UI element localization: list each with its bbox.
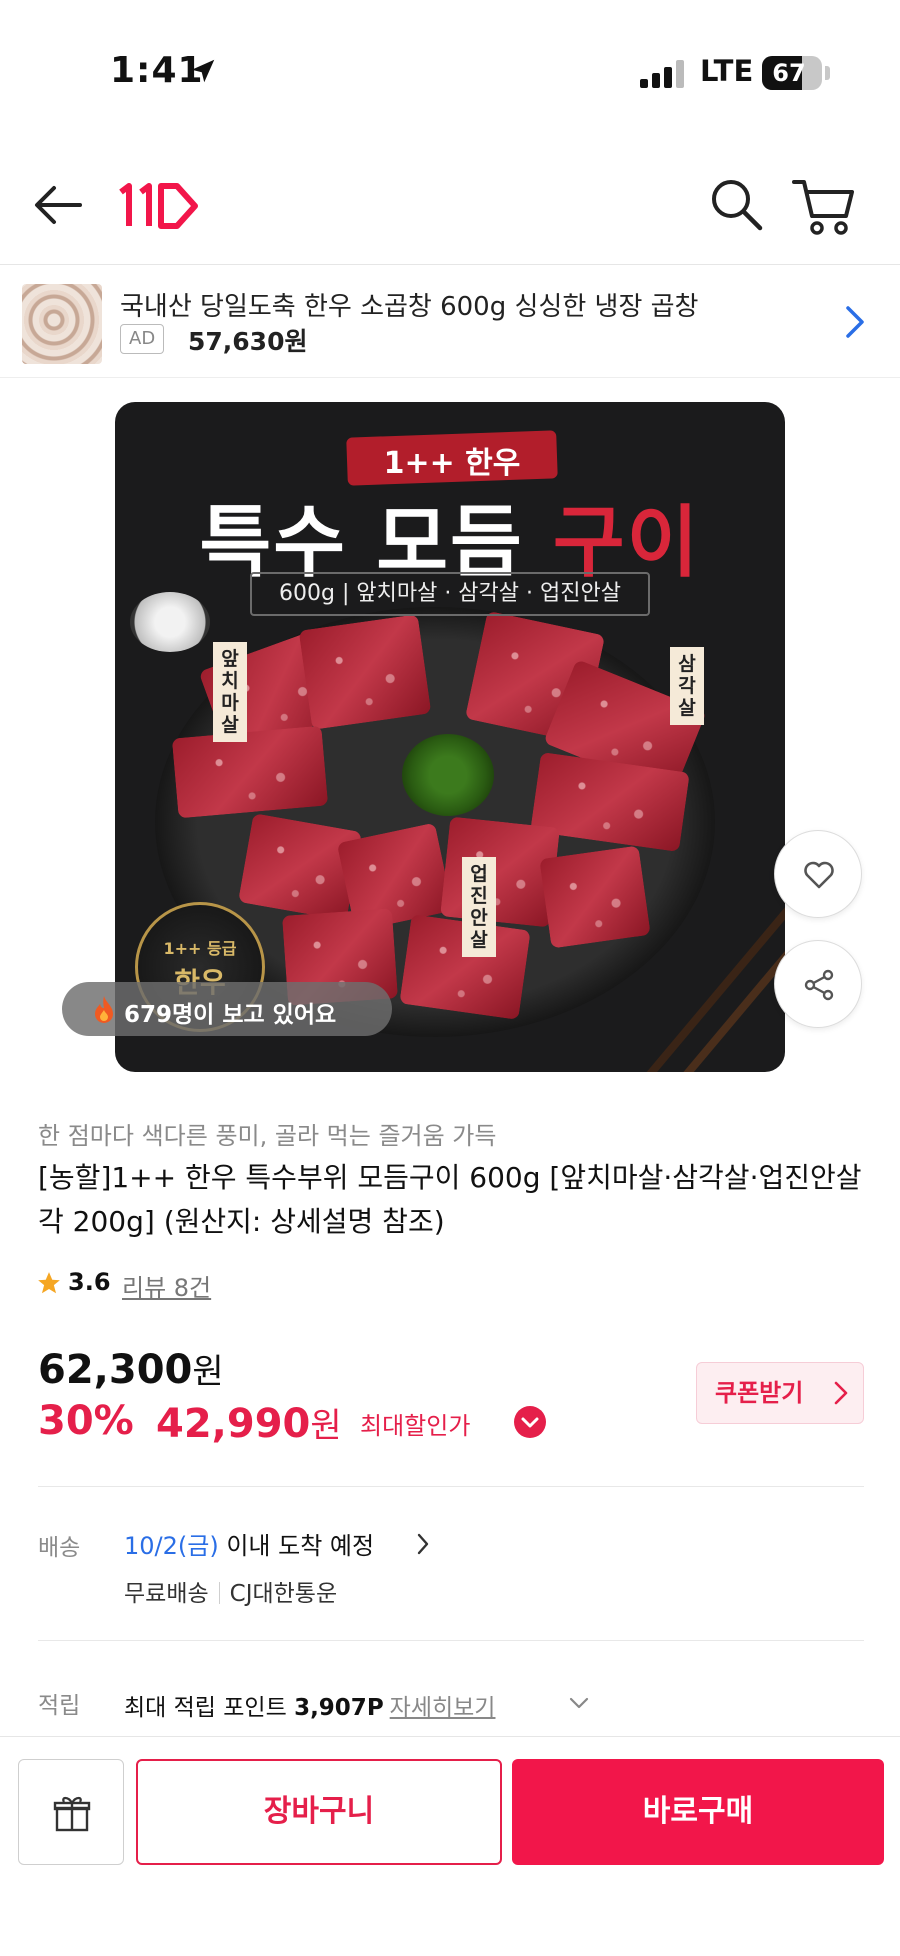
cart-icon[interactable] [790, 174, 856, 238]
status-bar: 1:41 LTE 67 [0, 0, 900, 150]
shipping-date-suffix: 이내 도착 예정 [218, 1532, 375, 1560]
hero-subtitle: 600g | 앞치마살 · 삼각살 · 업진안살 [250, 572, 650, 616]
shipping-date-value: 10/2(금) [124, 1532, 219, 1560]
points-detail-link[interactable]: 자세히보기 [390, 1695, 496, 1721]
back-arrow-icon[interactable] [30, 180, 86, 230]
bottom-action-bar: 장바구니 바로구매 [0, 1736, 900, 1956]
original-price-value: 62,300 [38, 1347, 193, 1393]
divider [38, 1640, 864, 1641]
cut-label: 업진안살 [462, 857, 496, 957]
viewer-count: 679명이 보고 있어요 [124, 1002, 337, 1028]
ad-price: 57,630원 [188, 327, 308, 356]
chevron-right-icon [846, 306, 864, 338]
chopstick [665, 925, 785, 1072]
product-image[interactable]: 1++ 한우 특수 모듬 구이 600g | 앞치마살 · 삼각살 · 업진안살… [115, 402, 785, 1072]
points-label: 적립 [38, 1693, 81, 1719]
divider [38, 1486, 864, 1487]
max-discount-toggle[interactable] [514, 1406, 546, 1438]
add-to-cart-button[interactable]: 장바구니 [136, 1759, 502, 1865]
battery-icon: 67 [762, 56, 822, 90]
signal-icon [640, 60, 684, 88]
sale-price-value: 42,990 [156, 1401, 311, 1447]
meat-slice [171, 725, 329, 819]
share-button[interactable] [774, 940, 862, 1028]
rating-value: 3.6 [68, 1268, 111, 1296]
app-header [0, 150, 900, 265]
ad-banner[interactable]: 국내산 당일도축 한우 소곱창 600g 싱싱한 냉장 곱창 AD 57,630… [0, 266, 900, 378]
original-price-currency: 원 [192, 1352, 224, 1392]
ad-badge: AD [120, 324, 165, 354]
coupon-label: 쿠폰받기 [715, 1379, 804, 1407]
meat-cube [539, 845, 651, 949]
ad-title: 국내산 당일도축 한우 소곱창 600g 싱싱한 냉장 곱창 [120, 292, 699, 322]
star-icon [38, 1272, 60, 1294]
ad-thumbnail [22, 284, 102, 364]
salt-bowl [130, 592, 210, 652]
points-info: 최대 적립 포인트 3,907P 자세히보기 [124, 1688, 495, 1722]
max-discount-label[interactable]: 최대할인가 [360, 1406, 470, 1441]
shipping-fee: 무료배송 [124, 1581, 209, 1607]
meat-slice [298, 614, 432, 730]
discount-rate: 30% [38, 1398, 134, 1444]
cut-label: 삼각살 [670, 647, 704, 725]
garnish [402, 734, 494, 816]
network-label: LTE [700, 54, 754, 88]
hero-badge: 1++ 한우 [383, 446, 521, 481]
shipping-info: 무료배송 CJ대한통운 [124, 1574, 337, 1608]
chevron-down-icon[interactable] [568, 1696, 590, 1710]
points-value: 3,907P [294, 1695, 384, 1721]
shipping-carrier: CJ대한통운 [229, 1581, 338, 1607]
sale-price-currency: 원 [310, 1406, 342, 1446]
chevron-right-icon [417, 1533, 429, 1555]
review-count-link[interactable]: 리뷰 8건 [122, 1268, 211, 1303]
shipping-label: 배송 [38, 1535, 81, 1561]
buy-now-button[interactable]: 바로구매 [512, 1759, 884, 1865]
battery-level: 67 [772, 59, 806, 87]
chevron-down-icon [521, 1417, 539, 1428]
wishlist-button[interactable] [774, 830, 862, 918]
viewer-badge: 679명이 보고 있어요 [62, 982, 392, 1036]
search-icon[interactable] [706, 174, 766, 234]
sale-price: 42,990원 [156, 1398, 342, 1447]
product-subtitle: 한 점마다 색다른 풍미, 골라 먹는 즐거움 가득 [38, 1122, 497, 1150]
brand-logo[interactable] [115, 178, 205, 234]
seal-top: 1++ 등급 [163, 939, 237, 958]
gift-button[interactable] [18, 1759, 124, 1865]
heart-icon [804, 861, 834, 889]
cut-label: 앞치마살 [213, 642, 247, 742]
chevron-right-icon [834, 1381, 848, 1405]
separator [218, 1582, 220, 1604]
fire-icon [95, 996, 113, 1023]
gift-icon [53, 1796, 91, 1832]
share-icon [804, 969, 834, 1001]
location-arrow-icon [191, 59, 215, 83]
battery-cap [825, 66, 830, 80]
points-text: 최대 적립 포인트 [124, 1695, 287, 1721]
product-title: [농할]1++ 한우 특수부위 모듬구이 600g [앞치마살·삼각살·업진안살… [38, 1161, 862, 1238]
coupon-button[interactable]: 쿠폰받기 [696, 1362, 864, 1424]
shipping-date[interactable]: 10/2(금) 이내 도착 예정 [124, 1526, 374, 1561]
original-price: 62,300원 [38, 1344, 224, 1393]
